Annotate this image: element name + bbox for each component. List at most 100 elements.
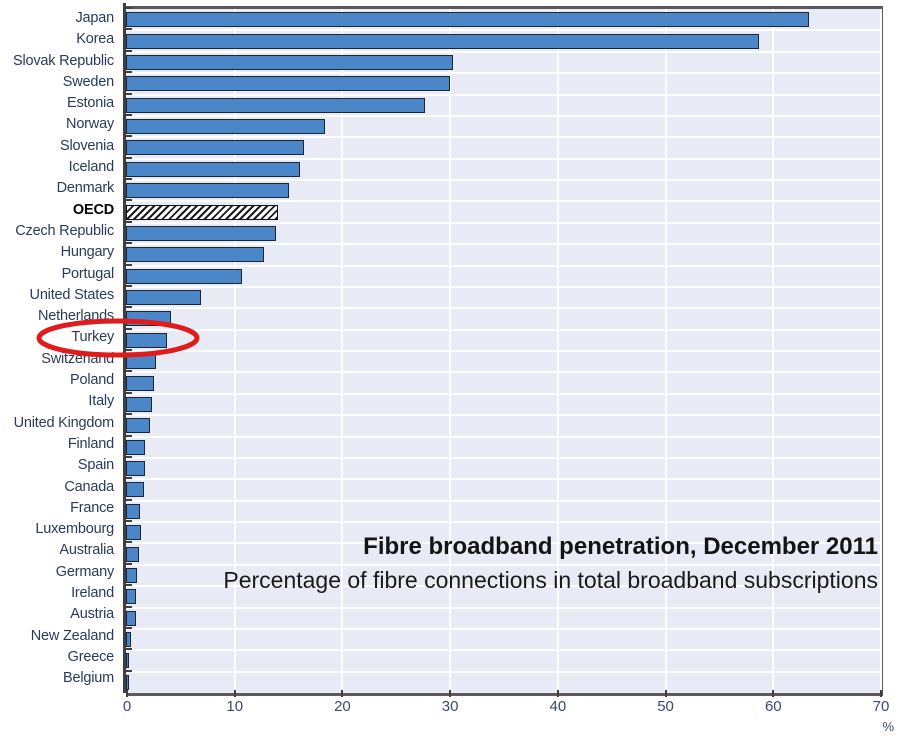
y-tick-stub	[126, 584, 132, 587]
y-tick-stub	[126, 391, 132, 394]
category-label-united-kingdom: United Kingdom	[13, 414, 115, 431]
rowline	[126, 478, 880, 481]
x-tick-label-70: 70	[872, 698, 890, 715]
category-label-denmark: Denmark	[56, 180, 115, 197]
bar-luxembourg	[126, 525, 142, 541]
bar-germany	[126, 567, 137, 583]
rowline	[126, 136, 880, 139]
rowline	[126, 585, 880, 588]
y-tick-stub	[126, 156, 132, 159]
y-tick-stub	[126, 626, 132, 629]
rowline	[126, 627, 880, 630]
bar-united-kingdom	[126, 418, 150, 434]
rowline	[126, 350, 880, 352]
y-tick-stub	[126, 178, 132, 180]
y-tick-stub	[126, 477, 132, 480]
y-tick-stub	[126, 135, 132, 138]
bar-canada	[126, 482, 145, 498]
category-label-greece: Greece	[67, 648, 115, 665]
bar-finland	[126, 439, 146, 455]
bar-belgium	[126, 674, 129, 690]
category-label-luxembourg: Luxembourg	[35, 521, 114, 538]
rowline	[126, 264, 880, 267]
rowline	[126, 93, 880, 96]
category-label-australia: Australia	[59, 542, 114, 559]
gridline-70	[880, 9, 882, 693]
category-label-france: France	[70, 499, 114, 516]
category-label-korea: Korea	[76, 31, 114, 48]
x-tick-30	[449, 690, 452, 697]
category-label-czech-republic: Czech Republic	[15, 222, 114, 239]
category-label-oecd: OECD	[72, 201, 114, 218]
rowline	[126, 499, 880, 502]
category-label-norway: Norway	[66, 116, 114, 133]
category-label-poland: Poland	[70, 372, 114, 389]
turkey-highlight-ellipse-icon	[36, 318, 200, 358]
category-label-slovenia: Slovenia	[59, 137, 114, 154]
category-label-new-zealand: New Zealand	[30, 627, 114, 644]
y-tick-stub	[126, 455, 132, 458]
rowline	[126, 200, 880, 203]
rowline	[126, 521, 880, 523]
y-tick-stub	[126, 7, 132, 9]
rowline	[126, 456, 880, 459]
bar-portugal	[126, 268, 243, 284]
rowline	[126, 670, 880, 673]
y-tick-stub	[126, 669, 132, 672]
x-tick-70	[880, 690, 882, 697]
category-label-canada: Canada	[64, 478, 114, 495]
bar-iceland	[126, 161, 301, 177]
bar-czech-republic	[126, 225, 276, 241]
plot-area	[126, 6, 883, 696]
y-tick-stub	[126, 49, 132, 52]
y-tick-stub	[126, 605, 132, 608]
rowline	[126, 542, 880, 545]
bar-greece	[126, 653, 129, 669]
y-tick-stub	[126, 28, 132, 31]
rowline	[126, 371, 880, 374]
category-label-japan: Japan	[75, 10, 114, 26]
rowline	[126, 392, 880, 395]
y-tick-stub	[126, 284, 132, 287]
category-label-sweden: Sweden	[62, 73, 114, 90]
x-tick-label-30: 30	[441, 698, 459, 715]
category-label-united-states: United States	[29, 286, 115, 303]
x-tick-label-10: 10	[226, 698, 244, 715]
bar-estonia	[126, 97, 426, 113]
x-tick-label-0: 0	[122, 698, 132, 715]
rowline	[126, 157, 880, 160]
y-tick-stub	[126, 434, 132, 437]
x-tick-10	[233, 690, 236, 697]
category-label-spain: Spain	[77, 457, 114, 474]
rowline	[126, 649, 880, 652]
y-tick-stub	[126, 541, 132, 544]
y-tick-stub	[126, 306, 132, 309]
category-label-estonia: Estonia	[67, 95, 114, 112]
rowline	[126, 29, 880, 32]
x-tick-20	[341, 690, 344, 697]
bar-new-zealand	[126, 632, 132, 648]
y-tick-stub	[126, 92, 132, 95]
y-tick-stub	[126, 562, 132, 565]
category-label-finland: Finland	[67, 435, 114, 452]
bar-australia	[126, 546, 139, 562]
category-label-belgium: Belgium	[63, 670, 114, 687]
rowline	[126, 179, 880, 181]
category-label-portugal: Portugal	[61, 265, 115, 282]
category-label-ireland: Ireland	[71, 585, 114, 602]
x-tick-label-60: 60	[764, 698, 782, 715]
bar-oecd	[126, 204, 278, 220]
bar-austria	[126, 610, 136, 626]
category-label-slovak-republic: Slovak Republic	[13, 52, 114, 69]
rowline	[126, 114, 880, 117]
y-tick-stub	[126, 199, 132, 202]
y-tick-stub	[126, 220, 132, 223]
x-tick-40	[556, 690, 559, 697]
bar-sweden	[126, 76, 451, 92]
rowline	[126, 221, 880, 224]
bar-poland	[126, 375, 154, 391]
bar-slovak-republic	[126, 54, 454, 70]
bar-ireland	[126, 589, 136, 605]
x-axis-unit-label: %	[882, 719, 894, 734]
category-label-austria: Austria	[70, 606, 114, 623]
